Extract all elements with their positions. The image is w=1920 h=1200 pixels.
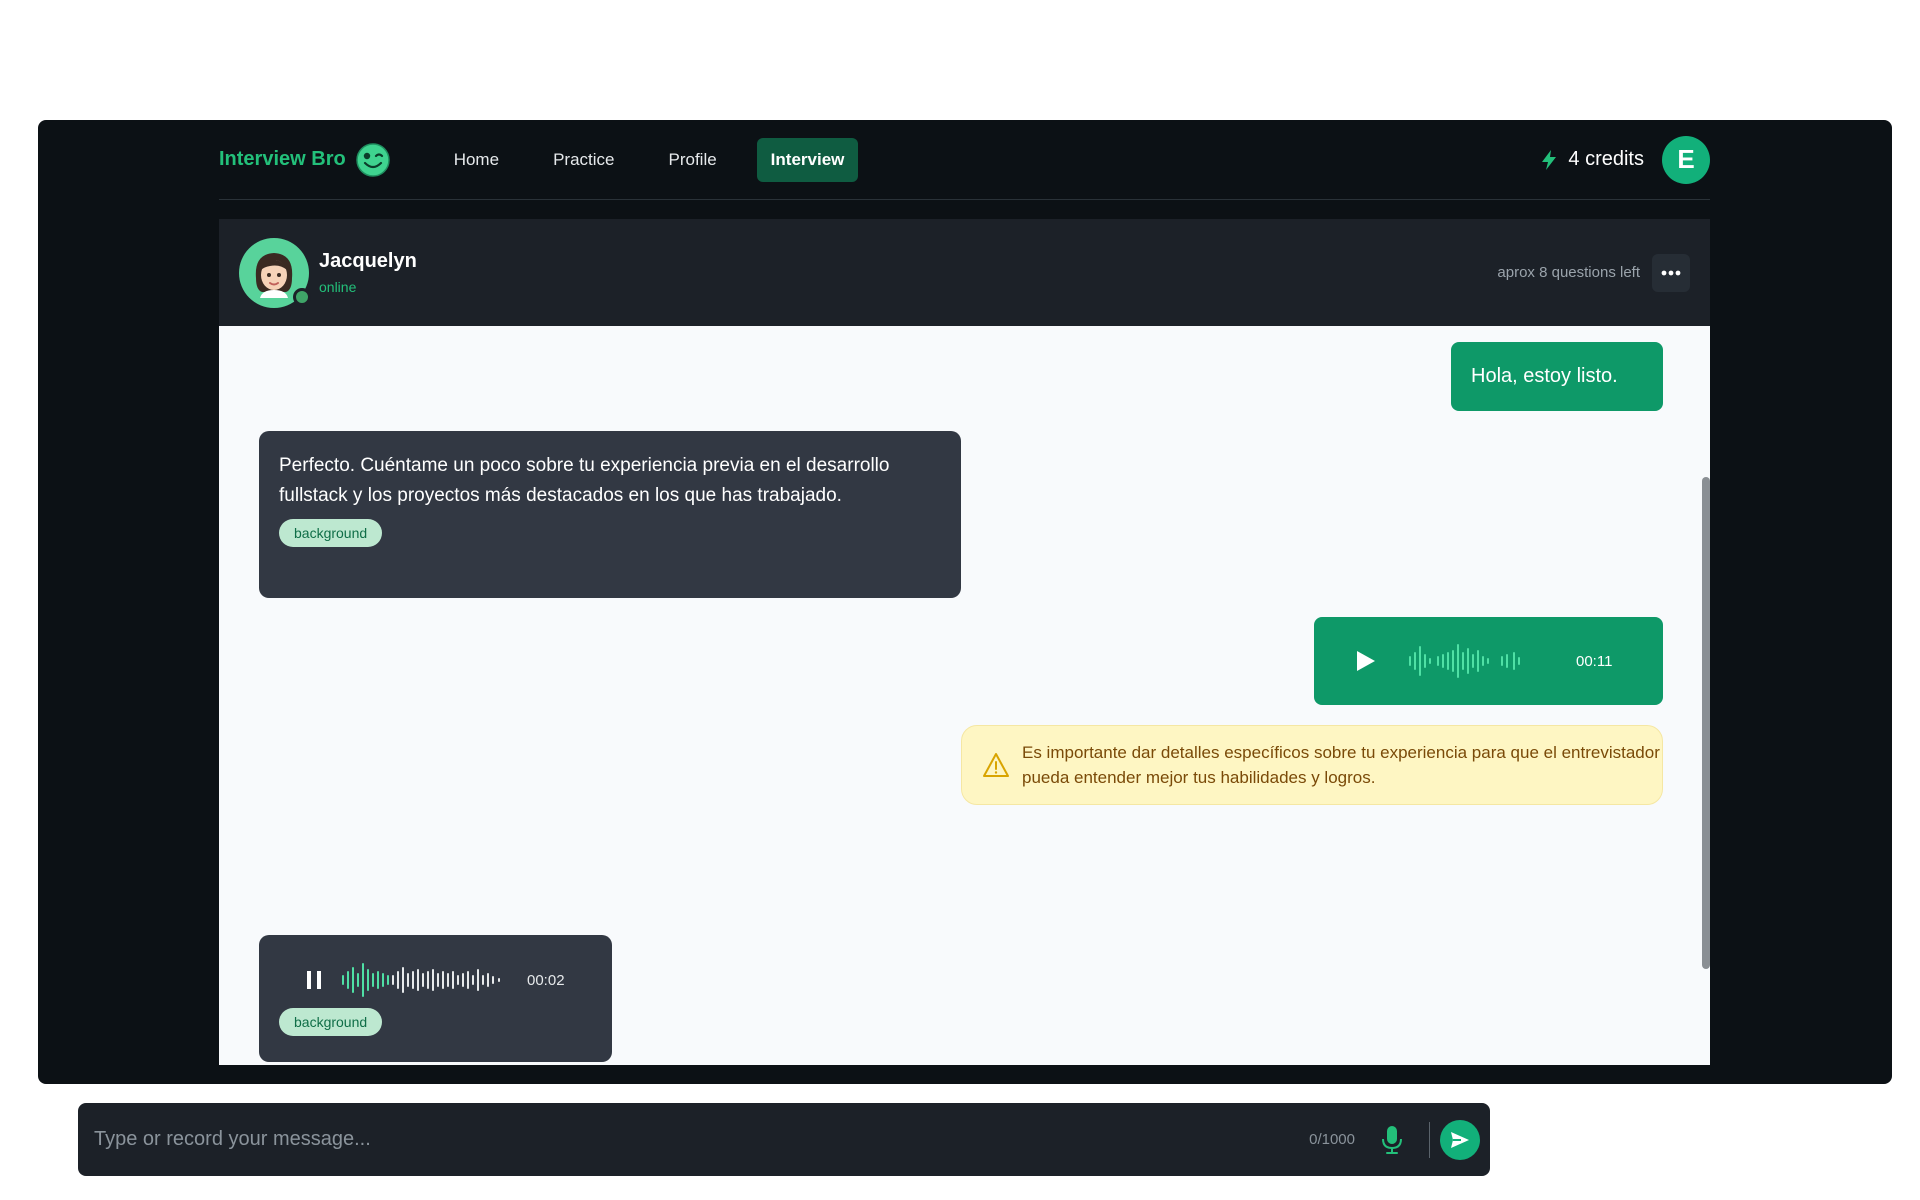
nav-home[interactable]: Home [440, 138, 513, 182]
brand-name: Interview Bro [219, 148, 346, 170]
message-input-bar: 0/1000 [78, 1103, 1490, 1176]
questions-left-label: aprox 8 questions left [1497, 264, 1640, 281]
warning-text: Es importante dar detalles específicos s… [1022, 743, 1660, 787]
warning-triangle-icon [983, 753, 1009, 777]
waveform-user[interactable] [1408, 641, 1548, 681]
audio-duration: 00:02 [527, 971, 565, 989]
user-message: Hola, estoy listo. [1451, 342, 1663, 411]
user-audio-message: 00:11 [1314, 617, 1663, 705]
lightning-bolt-icon [1542, 149, 1557, 170]
send-arrow-icon [1451, 1131, 1469, 1148]
chat-panel: Jacquelyn online aprox 8 questions left … [219, 219, 1710, 1065]
chat-scrollbar[interactable] [1702, 477, 1710, 969]
send-button[interactable] [1440, 1119, 1480, 1160]
bot-audio-player: 00:02 [279, 960, 592, 1000]
interviewer-info: Jacquelyn online [319, 250, 417, 295]
user-message-text: Hola, estoy listo. [1471, 365, 1618, 387]
play-icon[interactable] [1354, 650, 1376, 672]
microphone-icon[interactable] [1381, 1125, 1403, 1155]
user-avatar[interactable]: E [1662, 135, 1710, 184]
interviewer-status: online [319, 279, 357, 295]
interviewer-name: Jacquelyn [319, 250, 417, 272]
winking-face-icon [355, 142, 390, 177]
message-input[interactable] [94, 1128, 1310, 1151]
chat-header: Jacquelyn online aprox 8 questions left [219, 219, 1710, 326]
bot-audio-message: 00:02 background [259, 935, 612, 1062]
pause-icon[interactable] [303, 968, 325, 992]
chat-header-right: aprox 8 questions left [1497, 253, 1690, 292]
navbar: Interview Bro Home Practice Profile Inte… [219, 120, 1710, 200]
warning-message: Es importante dar detalles específicos s… [961, 725, 1663, 805]
credits-badge[interactable]: 4 credits [1540, 148, 1644, 171]
nav-practice[interactable]: Practice [539, 138, 628, 182]
waveform-bot[interactable] [341, 960, 521, 1000]
ellipsis-icon [1661, 270, 1681, 275]
nav-links: Home Practice Profile Interview [440, 137, 859, 182]
char-count: 0/1000 [1309, 1131, 1355, 1148]
bot-message: Perfecto. Cuéntame un poco sobre tu expe… [259, 431, 961, 598]
online-status-dot [293, 287, 311, 306]
bot-message-text: Perfecto. Cuéntame un poco sobre tu expe… [279, 455, 890, 506]
brand[interactable]: Interview Bro [219, 142, 390, 177]
audio-duration: 00:11 [1576, 652, 1613, 670]
more-options-button[interactable] [1652, 253, 1690, 292]
topic-tag: background [279, 519, 383, 547]
topic-tag: background [279, 1008, 383, 1036]
nav-interview[interactable]: Interview [756, 137, 859, 182]
credits-label: 4 credits [1568, 148, 1644, 170]
nav-profile[interactable]: Profile [654, 138, 730, 182]
woman-face-icon [255, 252, 293, 298]
interviewer-avatar [239, 237, 311, 308]
nav-right: 4 credits E [1540, 135, 1710, 184]
app-frame: Interview Bro Home Practice Profile Inte… [38, 120, 1892, 1176]
input-divider [1429, 1121, 1430, 1158]
